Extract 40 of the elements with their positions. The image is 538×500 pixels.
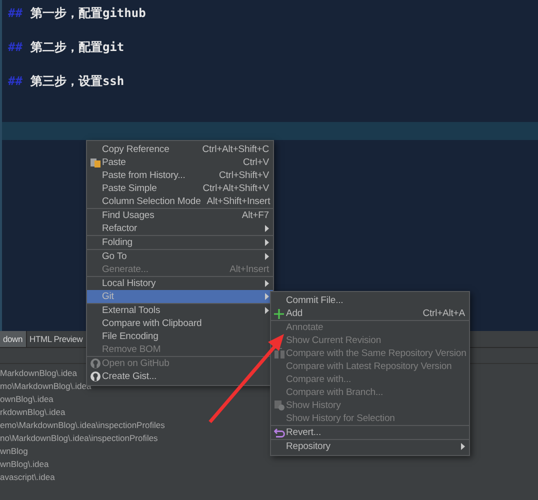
menu-item[interactable]: Go To (87, 250, 273, 263)
menu-item[interactable]: Paste Ctrl+V (87, 156, 273, 169)
path-item[interactable]: MarkdownBlog\.idea (0, 367, 78, 380)
path-item[interactable]: no\MarkdownBlog\.idea\inspectionProfiles (0, 432, 158, 445)
menu-item[interactable]: Paste from History... Ctrl+Shift+V (87, 169, 273, 182)
heading-text: 第三步，设置ssh (30, 72, 124, 90)
heading-text: 第二步，配置git (30, 38, 124, 56)
menu-item[interactable]: Add Ctrl+Alt+A (271, 307, 469, 320)
menu-item[interactable]: Local History (87, 277, 273, 290)
menu-item[interactable]: Refactor (87, 222, 273, 235)
clipboard-icon (90, 157, 101, 168)
menu-item[interactable]: Compare with Clipboard (87, 317, 273, 330)
path-item[interactable]: wnBlog\.idea (0, 458, 49, 471)
menu-item[interactable]: Paste Simple Ctrl+Alt+Shift+V (87, 182, 273, 195)
tab[interactable]: down (0, 331, 27, 347)
path-item[interactable]: mo\MarkdownBlog\.idea (0, 380, 92, 393)
menu-item[interactable]: Create Gist... (87, 370, 273, 383)
menu-item[interactable]: Revert... (271, 426, 469, 439)
menu-item[interactable]: Column Selection Mode Alt+Shift+Insert (87, 195, 273, 208)
undo-icon (274, 428, 285, 438)
compare-icon (274, 348, 285, 359)
menu-item[interactable]: Find Usages Alt+F7 (87, 209, 273, 222)
menu-item[interactable]: Copy Reference Ctrl+Alt+Shift+C (87, 143, 273, 156)
menu-item[interactable]: Repository (271, 440, 469, 453)
path-item[interactable]: emo\MarkdownBlog\.idea\inspectionProfiles (0, 419, 165, 432)
path-item[interactable]: ownBlog\.idea (0, 393, 54, 406)
menu-item[interactable]: External Tools (87, 304, 273, 317)
menu-item[interactable]: File Encoding (87, 330, 273, 343)
history-icon (274, 400, 285, 411)
menu-item[interactable]: Commit File... (271, 294, 469, 307)
heading-marker: ## (8, 38, 22, 56)
menu-item[interactable]: Git (87, 290, 273, 303)
heading-marker: ## (8, 72, 22, 90)
path-item[interactable]: avascript\.idea (0, 471, 55, 484)
path-item[interactable]: rkdownBlog\.idea (0, 406, 66, 419)
menu-item[interactable]: Folding (87, 236, 273, 249)
heading-text: 第一步，配置github (30, 4, 146, 22)
path-item[interactable]: wnBlog (0, 445, 28, 458)
plus-icon (274, 308, 284, 318)
heading-marker: ## (8, 4, 22, 22)
